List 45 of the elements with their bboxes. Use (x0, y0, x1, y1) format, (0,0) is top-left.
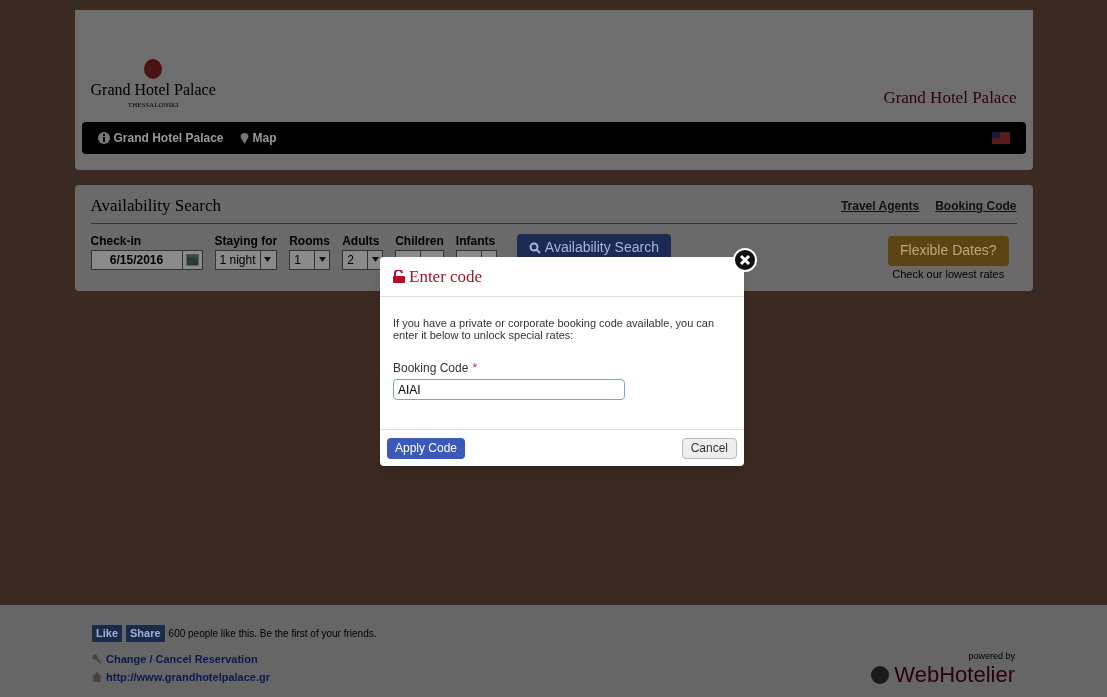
apply-code-button[interactable]: Apply Code (387, 437, 466, 459)
booking-code-field[interactable]: AIAI (393, 379, 625, 400)
powered-by-text: powered by (968, 650, 1015, 663)
field-label: Infants (455, 232, 497, 250)
key-icon (92, 653, 102, 664)
modal-title: Enter code (409, 265, 483, 288)
close-icon[interactable] (733, 248, 757, 272)
field-label: Booking Code (393, 360, 469, 377)
header-link[interactable]: Travel Agents (840, 196, 920, 215)
logo-name: Grand Hotel Palace (90, 79, 216, 100)
cancel-button[interactable]: Cancel (681, 437, 737, 459)
like-text: 600 people like this. Be the first of your friends. (168, 627, 377, 641)
brand-name: WebHotelier (894, 663, 1015, 686)
share-button[interactable]: Share (126, 625, 165, 642)
search-title: Availability Search (90, 195, 221, 217)
modal-text: If you have a private or corporate booking code available, you can enter it below to unlock special rates: (393, 317, 716, 341)
date-field[interactable]: 6/15/2016 (90, 249, 203, 270)
field-label: Adults (342, 232, 381, 250)
nav-link[interactable]: Map (239, 129, 277, 147)
field-label: Children (395, 232, 444, 250)
required-mark: * (472, 360, 478, 377)
webhotelier-logo-icon (870, 664, 891, 685)
map-pin-icon (239, 132, 249, 144)
flexible-dates-note: Check our lowest rates (892, 266, 1005, 282)
select-value: 2 (346, 251, 355, 269)
select-value: 1 night (218, 251, 257, 269)
field-label: Check-in (90, 232, 143, 250)
calendar-icon (185, 253, 199, 266)
like-button[interactable]: Like (92, 625, 122, 642)
unlock-icon (393, 270, 405, 283)
select-value: 1 (293, 251, 302, 269)
logo-emblem-icon (143, 57, 164, 80)
info-icon (97, 132, 110, 144)
select-field[interactable]: 1 (289, 249, 331, 270)
hotel-title: Grand Hotel Palace (883, 86, 1017, 109)
flexible-dates-button[interactable]: Flexible Dates? (888, 235, 1009, 266)
select-field[interactable]: 2 (342, 249, 384, 270)
field-label: Rooms (289, 232, 331, 250)
field-label: Staying for (214, 232, 278, 250)
header-link[interactable]: Booking Code (935, 196, 1017, 215)
search-icon (528, 241, 541, 254)
select-field[interactable]: 1 night (214, 249, 278, 270)
home-icon (92, 672, 102, 683)
nav-link[interactable]: Grand Hotel Palace (97, 129, 224, 147)
date-value: 6/15/2016 (108, 251, 165, 269)
